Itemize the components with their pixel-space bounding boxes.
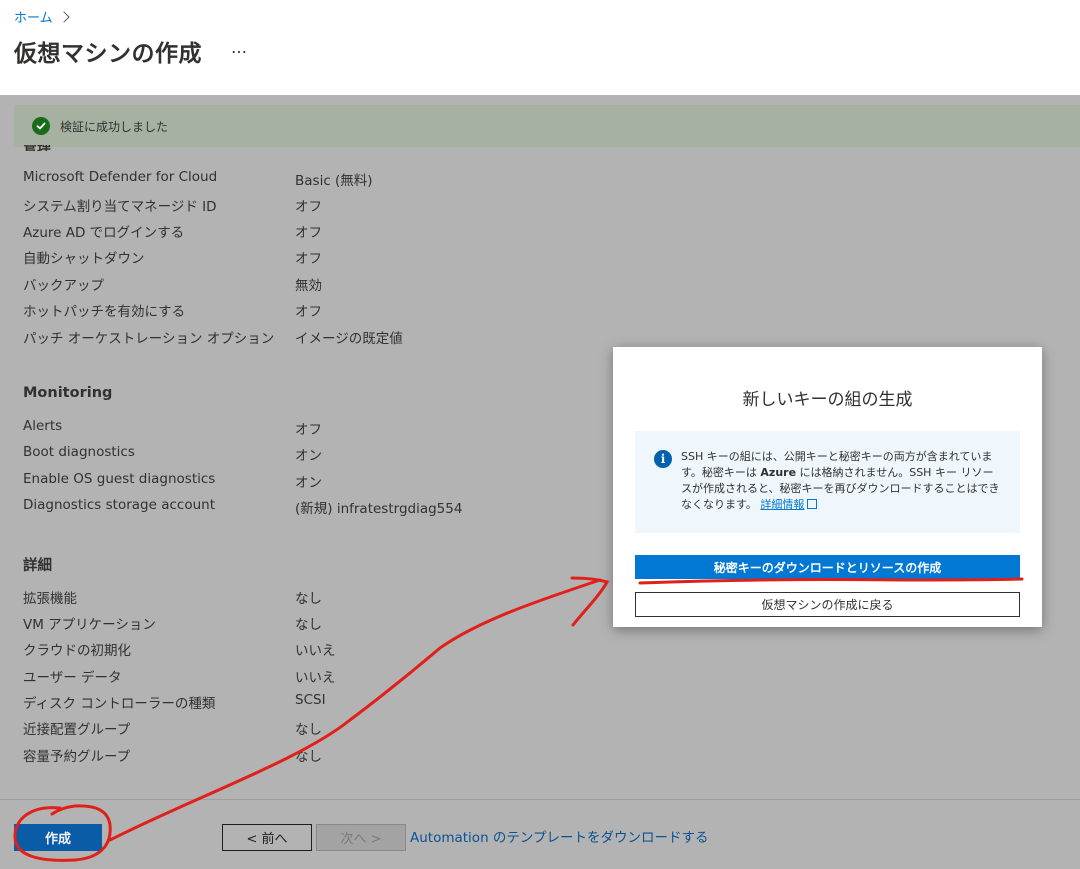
row-value: イメージの既定値	[295, 331, 403, 347]
row-value: SCSI	[295, 692, 326, 708]
row-label: 拡張機能	[23, 591, 77, 607]
row-value: なし	[295, 749, 322, 765]
row-label: 自動シャットダウン	[23, 251, 145, 267]
row-value: (新規) infratestrgdiag554	[295, 501, 463, 517]
row-label: Diagnostics storage account	[23, 497, 215, 513]
chevron-right-icon	[57, 10, 70, 23]
info-text-bold: Azure	[760, 466, 797, 479]
row-label: ホットパッチを有効にする	[23, 304, 186, 320]
row-label: VM アプリケーション	[23, 617, 156, 633]
row-label: ディスク コントローラーの種類	[23, 696, 216, 712]
validation-banner: 検証に成功しました	[14, 105, 1080, 147]
external-link-icon	[807, 499, 818, 509]
row-value: いいえ	[295, 643, 336, 659]
page-header: ホーム 仮想マシンの作成 …	[0, 0, 1080, 95]
row-value: オフ	[295, 422, 322, 438]
row-label: クラウドの初期化	[23, 643, 131, 659]
row-label: ユーザー データ	[23, 670, 122, 686]
details-heading: 詳細	[23, 558, 52, 574]
row-label: バックアップ	[23, 278, 104, 294]
breadcrumb-home-link[interactable]: ホーム	[14, 7, 53, 26]
row-value: 無効	[295, 278, 322, 294]
section-heading-cut: 管理	[23, 145, 63, 151]
row-value: なし	[295, 617, 322, 633]
validation-message: 検証に成功しました	[60, 119, 169, 134]
info-message-box: i SSH キーの組には、公開キーと秘密キーの両方が含まれています。秘密キーは …	[635, 431, 1020, 533]
create-button[interactable]: 作成	[14, 824, 102, 851]
row-label: システム割り当てマネージド ID	[23, 199, 217, 215]
learn-more-link[interactable]: 詳細情報	[760, 498, 804, 511]
row-value: Basic (無料)	[295, 173, 373, 189]
row-label: Microsoft Defender for Cloud	[23, 169, 218, 185]
row-value: オフ	[295, 251, 322, 267]
info-icon: i	[654, 450, 672, 468]
row-label: Alerts	[23, 418, 63, 434]
previous-button[interactable]: < 前へ	[222, 824, 312, 851]
generate-key-pair-dialog: 新しいキーの組の生成 i SSH キーの組には、公開キーと秘密キーの両方が含まれ…	[613, 347, 1042, 627]
row-value: オフ	[295, 225, 322, 241]
next-button[interactable]: 次へ >	[316, 824, 406, 851]
info-text: SSH キーの組には、公開キーと秘密キーの両方が含まれています。秘密キーは Az…	[681, 449, 1001, 513]
download-template-link[interactable]: Automation のテンプレートをダウンロードする	[410, 826, 709, 846]
row-label: Boot diagnostics	[23, 444, 135, 460]
row-label: Enable OS guest diagnostics	[23, 471, 216, 487]
row-label: Azure AD でログインする	[23, 225, 185, 241]
row-value: いいえ	[295, 670, 336, 686]
row-label: パッチ オーケストレーション オプション	[23, 331, 275, 347]
row-label: 近接配置グループ	[23, 722, 131, 738]
row-label: 容量予約グループ	[23, 749, 131, 765]
checkmark-circle-icon	[32, 117, 50, 135]
breadcrumb: ホーム	[14, 7, 70, 26]
row-value: オフ	[295, 304, 322, 320]
more-options-button[interactable]: …	[231, 38, 247, 57]
monitoring-heading: Monitoring	[23, 385, 113, 401]
page-title: 仮想マシンの作成	[14, 41, 202, 67]
download-key-create-resource-button[interactable]: 秘密キーのダウンロードとリソースの作成	[635, 555, 1020, 579]
row-value: オン	[295, 475, 322, 491]
dialog-title: 新しいキーの組の生成	[742, 390, 913, 410]
row-value: オン	[295, 448, 322, 464]
row-value: なし	[295, 591, 322, 607]
return-to-create-vm-button[interactable]: 仮想マシンの作成に戻る	[635, 592, 1020, 617]
row-value: なし	[295, 722, 322, 738]
row-value: オフ	[295, 199, 322, 215]
